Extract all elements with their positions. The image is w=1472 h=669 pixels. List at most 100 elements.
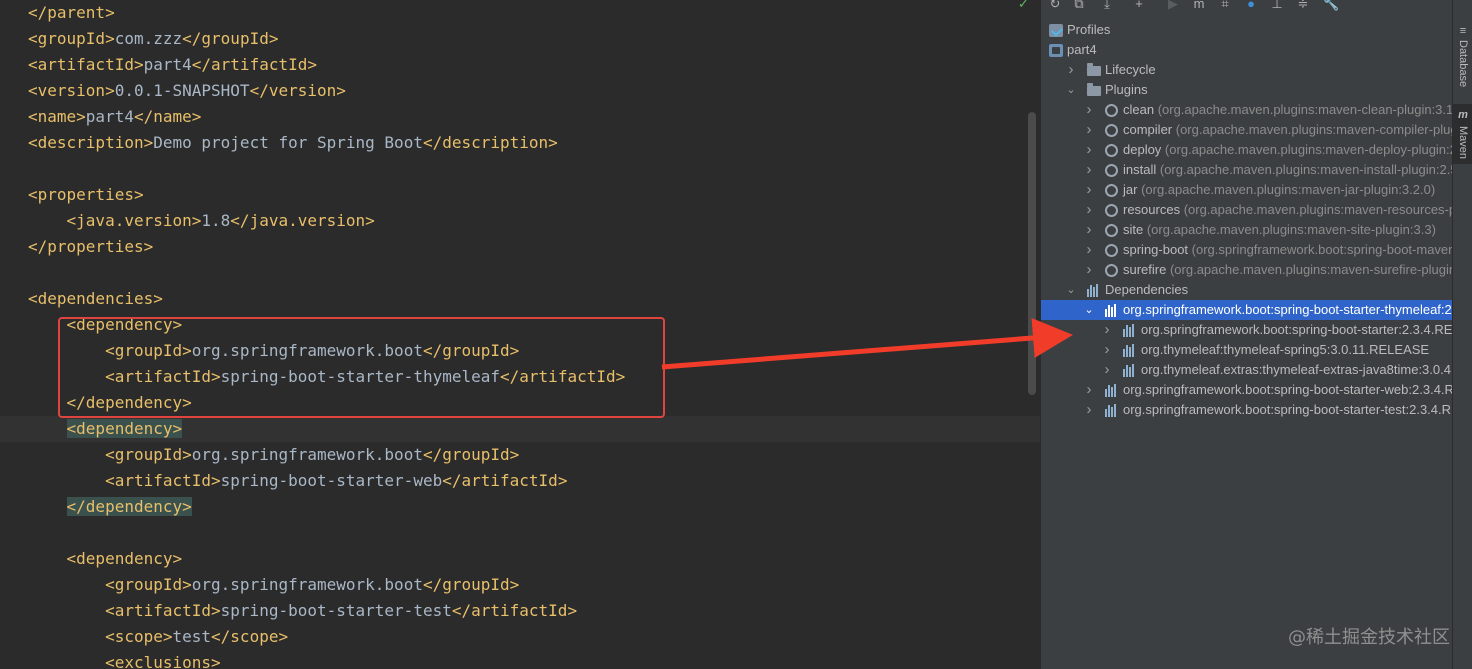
chevron-right-icon[interactable]: › bbox=[1083, 100, 1095, 120]
tree-item[interactable]: › install (org.apache.maven.plugins:maven… bbox=[1041, 160, 1453, 180]
xml-text bbox=[28, 471, 105, 490]
tree-item[interactable]: ⌄ Dependencies bbox=[1041, 280, 1452, 300]
chevron-right-icon[interactable]: › bbox=[1083, 160, 1095, 180]
skip-tests-icon[interactable]: ● bbox=[1243, 0, 1259, 12]
chevron-right-icon[interactable]: › bbox=[1083, 200, 1095, 220]
code-line[interactable]: <dependencies> bbox=[0, 286, 1040, 312]
chevron-right-icon[interactable]: › bbox=[1083, 240, 1095, 260]
chevron-down-icon[interactable]: ⌄ bbox=[1083, 300, 1095, 320]
xml-text: 1.8 bbox=[201, 211, 231, 230]
collapse-all-icon[interactable]: ≑ bbox=[1295, 0, 1311, 12]
code-line[interactable]: <groupId>org.springframework.boot</group… bbox=[0, 572, 1040, 598]
code-line[interactable] bbox=[0, 520, 1040, 546]
xml-tag: </artifactId> bbox=[191, 55, 317, 74]
run-icon[interactable]: ▶ bbox=[1165, 0, 1181, 12]
xml-tag: </name> bbox=[133, 107, 202, 126]
code-line[interactable]: <name>part4</name> bbox=[0, 104, 1040, 130]
tree-item[interactable]: › org.thymeleaf:thymeleaf-spring5:3.0.11.… bbox=[1041, 340, 1452, 360]
xml-tag: <dependency> bbox=[66, 549, 183, 568]
folder-icon bbox=[1087, 63, 1101, 76]
chevron-right-icon[interactable]: › bbox=[1065, 60, 1077, 80]
tree-item[interactable]: › jar (org.apache.maven.plugins:maven-jar… bbox=[1041, 180, 1452, 200]
library-icon bbox=[1123, 344, 1137, 357]
code-line[interactable]: <description>Demo project for Spring Boo… bbox=[0, 130, 1040, 156]
xml-tag: <java.version> bbox=[66, 211, 202, 230]
add-icon[interactable]: + bbox=[1131, 0, 1147, 12]
tree-item-name: org.thymeleaf:thymeleaf-spring5:3.0.11.R… bbox=[1141, 342, 1430, 357]
chevron-right-icon[interactable]: › bbox=[1101, 360, 1113, 380]
xml-tag: <scope> bbox=[105, 627, 173, 646]
tree-item-coordinates: (org.apache.maven.plugins:maven-clean-pl… bbox=[1154, 102, 1452, 117]
reload-icon[interactable]: ↻ bbox=[1047, 0, 1063, 12]
generate-sources-icon[interactable]: ⧉ bbox=[1071, 0, 1087, 12]
tree-item-name: Lifecycle bbox=[1105, 62, 1156, 77]
tree-item-name: Dependencies bbox=[1105, 282, 1189, 297]
tree-item[interactable]: › clean (org.apache.maven.plugins:maven-c… bbox=[1041, 100, 1453, 120]
tree-item[interactable]: › org.springframework.boot:spring-boot-st… bbox=[1041, 380, 1453, 400]
code-line[interactable]: <artifactId>spring-boot-starter-web</art… bbox=[0, 468, 1040, 494]
tree-item[interactable]: ⌄ org.springframework.boot:spring-boot-st… bbox=[1041, 300, 1452, 320]
chevron-right-icon[interactable]: › bbox=[1101, 340, 1113, 360]
chevron-right-icon[interactable]: › bbox=[1083, 260, 1095, 280]
code-line[interactable]: <groupId>com.zzz</groupId> bbox=[0, 26, 1040, 52]
chevron-right-icon[interactable]: › bbox=[1083, 380, 1095, 400]
xml-tag: <exclusions> bbox=[105, 653, 221, 669]
strip-tab-top[interactable]: t bbox=[1453, 0, 1472, 10]
execute-goal-icon[interactable]: m bbox=[1191, 0, 1207, 12]
tree-item-label: Lifecycle bbox=[1105, 60, 1156, 80]
show-dependencies-icon[interactable]: ⊥ bbox=[1269, 0, 1285, 12]
code-line[interactable]: <java.version>1.8</java.version> bbox=[0, 208, 1040, 234]
chevron-right-icon[interactable]: › bbox=[1083, 400, 1095, 420]
strip-tab-database[interactable]: ≡ Database bbox=[1453, 22, 1472, 94]
tree-item[interactable]: › compiler (org.apache.maven.plugins:mave… bbox=[1041, 120, 1453, 140]
tree-item[interactable]: › deploy (org.apache.maven.plugins:maven-… bbox=[1041, 140, 1453, 160]
code-line[interactable]: <exclusions> bbox=[0, 650, 1040, 669]
tree-item-coordinates: (org.apache.maven.plugins:maven-compiler… bbox=[1172, 122, 1452, 137]
tree-item-label: spring-boot (org.springframework.boot:sp… bbox=[1123, 240, 1452, 260]
tree-item-name: surefire bbox=[1123, 262, 1167, 277]
settings-icon[interactable]: 🔧 bbox=[1323, 0, 1339, 12]
code-line[interactable]: <artifactId>part4</artifactId> bbox=[0, 52, 1040, 78]
code-line[interactable]: </properties> bbox=[0, 234, 1040, 260]
code-line[interactable]: <groupId>org.springframework.boot</group… bbox=[0, 442, 1040, 468]
tree-item[interactable]: › spring-boot (org.springframework.boot:s… bbox=[1041, 240, 1453, 260]
code-line[interactable]: <scope>test</scope> bbox=[0, 624, 1040, 650]
tree-item[interactable]: › surefire (org.apache.maven.plugins:mave… bbox=[1041, 260, 1453, 280]
tree-item-name: spring-boot bbox=[1123, 242, 1189, 257]
xml-tag: <artifactId> bbox=[105, 471, 221, 490]
tree-item[interactable]: › org.thymeleaf.extras:thymeleaf-extras-j… bbox=[1041, 360, 1453, 380]
tree-item[interactable]: › Lifecycle bbox=[1041, 60, 1452, 80]
chevron-right-icon[interactable]: › bbox=[1083, 140, 1095, 160]
download-icon[interactable]: ⤓ bbox=[1099, 0, 1115, 12]
xml-tag: <groupId> bbox=[105, 445, 192, 464]
code-line[interactable]: </parent> bbox=[0, 0, 1040, 26]
tree-item[interactable]: part4 bbox=[1041, 40, 1452, 60]
toggle-offline-icon[interactable]: ⌗ bbox=[1217, 0, 1233, 12]
tree-item[interactable]: › org.springframework.boot:spring-boot-st… bbox=[1041, 320, 1453, 340]
code-line[interactable]: <dependency> bbox=[0, 416, 1040, 442]
tree-item-label: part4 bbox=[1067, 40, 1097, 60]
code-line[interactable]: <dependency> bbox=[0, 546, 1040, 572]
chevron-right-icon[interactable]: › bbox=[1083, 220, 1095, 240]
chevron-right-icon[interactable]: › bbox=[1083, 120, 1095, 140]
code-line[interactable]: <artifactId>spring-boot-starter-test</ar… bbox=[0, 598, 1040, 624]
code-editor[interactable]: </parent> <groupId>com.zzz</groupId> <arti… bbox=[0, 0, 1040, 669]
chevron-right-icon[interactable]: › bbox=[1083, 180, 1095, 200]
tree-item[interactable]: Profiles bbox=[1041, 20, 1452, 40]
chevron-down-icon[interactable]: ⌄ bbox=[1065, 80, 1077, 100]
code-line[interactable] bbox=[0, 260, 1040, 286]
tree-item[interactable]: › site (org.apache.maven.plugins:maven-si… bbox=[1041, 220, 1452, 240]
tree-item-label: Profiles bbox=[1067, 20, 1110, 40]
chevron-right-icon[interactable]: › bbox=[1101, 320, 1113, 340]
code-line[interactable]: <properties> bbox=[0, 182, 1040, 208]
strip-tab-maven[interactable]: m Maven bbox=[1453, 104, 1472, 164]
tree-item[interactable]: ⌄ Plugins bbox=[1041, 80, 1452, 100]
code-line[interactable]: </dependency> bbox=[0, 494, 1040, 520]
strip-tab-maven-label: Maven bbox=[1457, 126, 1469, 160]
tree-item[interactable]: › org.springframework.boot:spring-boot-st… bbox=[1041, 400, 1453, 420]
chevron-down-icon[interactable]: ⌄ bbox=[1065, 280, 1077, 300]
editor-scrollbar-thumb[interactable] bbox=[1028, 112, 1036, 395]
tree-item[interactable]: › resources (org.apache.maven.plugins:mav… bbox=[1041, 200, 1453, 220]
code-line[interactable]: <version>0.0.1-SNAPSHOT</version> bbox=[0, 78, 1040, 104]
code-line[interactable] bbox=[0, 156, 1040, 182]
